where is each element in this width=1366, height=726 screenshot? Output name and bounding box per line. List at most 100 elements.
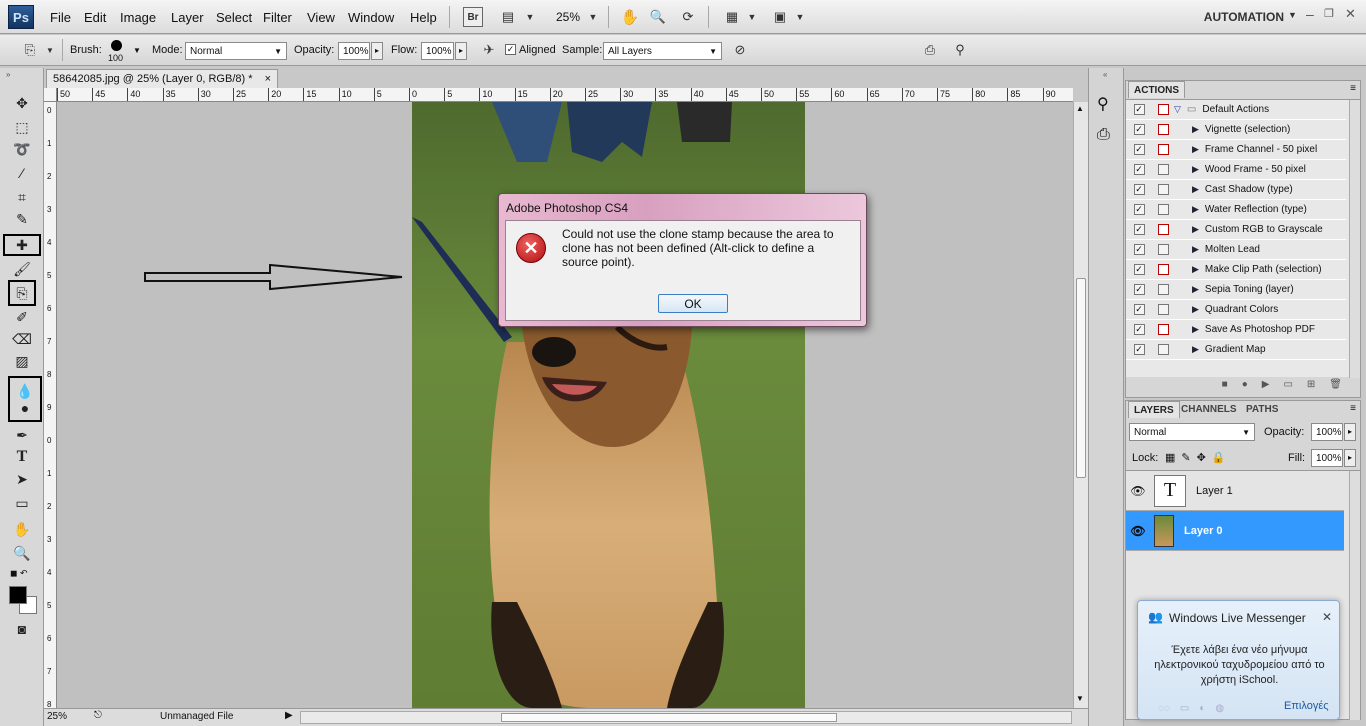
action-toggle-checkbox[interactable]: ✓ [1133,344,1145,355]
menu-help[interactable]: Help [410,10,437,25]
foreground-color-swatch[interactable] [9,586,27,604]
action-set-row[interactable]: ✓ ▽ ▭ Default Actions [1126,100,1346,120]
menu-file[interactable]: File [50,10,71,25]
tab-paths[interactable]: PATHS [1241,401,1283,418]
dialog-toggle-icon[interactable] [1157,244,1169,255]
crop-tool-icon[interactable]: ⌗ [10,186,34,208]
dialog-toggle-icon[interactable] [1157,304,1169,315]
dialog-toggle-icon[interactable] [1157,124,1169,135]
eyedropper-tool-icon[interactable]: ✎ [10,208,34,230]
arrange-documents-icon[interactable]: ▦ [722,7,742,27]
healing-brush-tool-icon[interactable]: ✚ [3,234,41,256]
action-row[interactable]: ✓ ▶ Custom RGB to Grayscale [1126,220,1346,240]
expand-triangle-icon[interactable]: ▶ [1192,164,1199,175]
action-row[interactable]: ✓ ▶ Save As Photoshop PDF [1126,320,1346,340]
mode-select[interactable]: Normal ▼ [185,42,287,60]
tool-preset-icon[interactable]: ⎙ [920,40,940,60]
blend-mode-select[interactable]: Normal ▼ [1129,423,1255,441]
play-icon[interactable]: ▶ [1262,379,1270,397]
expand-triangle-icon[interactable]: ▶ [1192,264,1199,275]
tab-layers[interactable]: LAYERS [1128,401,1180,418]
layers-scrollbar[interactable] [1349,471,1360,720]
marquee-tool-icon[interactable]: ⬚ [10,116,34,138]
quick-mask-icon[interactable]: ◙ [10,618,34,640]
trash-icon[interactable]: 🗑 [1329,379,1342,397]
quick-selection-tool-icon[interactable]: ⁄ [10,162,34,184]
horizontal-scrollbar[interactable] [300,711,1072,724]
sample-select[interactable]: All Layers ▼ [603,42,722,60]
chevron-down-icon[interactable]: ▼ [742,7,762,27]
scroll-up-icon[interactable]: ▲ [1076,104,1084,113]
messenger-options-link[interactable]: Επιλογές [1284,700,1329,712]
expand-triangle-icon[interactable]: ▶ [1192,144,1199,155]
zoom-tool-icon[interactable]: 🔍 [648,7,668,27]
dialog-toggle-icon[interactable] [1157,204,1169,215]
action-row[interactable]: ✓ ▶ Water Reflection (type) [1126,200,1346,220]
action-row[interactable]: ✓ ▶ Quadrant Colors [1126,300,1346,320]
history-brush-tool-icon[interactable]: ✐ [10,306,34,328]
action-row[interactable]: ✓ ▶ Frame Channel - 50 pixel [1126,140,1346,160]
stop-icon[interactable]: ■ [1222,379,1228,397]
collapse-toolbox-icon[interactable]: » [6,70,10,79]
opacity-slider-button[interactable]: ▸ [371,42,383,60]
brush-tip-icon[interactable] [111,40,122,51]
dialog-toggle-icon[interactable] [1157,324,1169,335]
action-toggle-checkbox[interactable]: ✓ [1133,284,1145,295]
screen-mode-icon[interactable]: ▣ [770,7,790,27]
zoom-level[interactable]: 25% [556,10,580,24]
restore-icon[interactable]: ❐ [1324,7,1334,20]
hand-tool-icon[interactable]: ✋ [620,7,640,27]
expand-panels-icon[interactable]: « [1103,70,1107,79]
chevron-down-icon[interactable]: ▼ [520,7,540,27]
chevron-down-icon[interactable]: ▼ [40,40,60,60]
pen-tool-icon[interactable]: ✒ [10,424,34,446]
action-row[interactable]: ✓ ▶ Sepia Toning (layer) [1126,280,1346,300]
action-toggle-checkbox[interactable]: ✓ [1133,224,1145,235]
menu-window[interactable]: Window [348,10,394,25]
status-zoom[interactable]: 25% [47,711,67,722]
visibility-eye-icon[interactable]: 👁 [1126,524,1150,538]
layer-row-selected[interactable]: 👁 Layer 0 [1126,511,1344,551]
action-row[interactable]: ✓ ▶ Cast Shadow (type) [1126,180,1346,200]
zoom-tool-icon[interactable]: 🔍 [10,542,34,564]
document-tab[interactable]: 58642085.jpg @ 25% (Layer 0, RGB/8) * × [46,69,278,88]
action-row[interactable]: ✓ ▶ Make Clip Path (selection) [1126,260,1346,280]
move-tool-icon[interactable]: ✥ [10,92,34,114]
messenger-mail-icon[interactable]: ▭ [1180,703,1189,714]
scroll-thumb[interactable] [501,713,837,722]
rectangle-tool-icon[interactable]: ▭ [10,492,34,514]
expand-triangle-icon[interactable]: ▶ [1192,344,1199,355]
dialog-toggle-icon[interactable] [1157,104,1169,115]
dialog-toggle-icon[interactable] [1157,184,1169,195]
tab-actions[interactable]: ACTIONS [1128,81,1185,98]
expand-triangle-icon[interactable]: ▶ [1192,124,1199,135]
brush-tool-icon[interactable]: 🖌 [10,258,34,280]
tool-presets-panel-icon[interactable]: ⎙ [1097,126,1110,144]
opacity-slider-button[interactable]: ▸ [1344,423,1356,441]
ignore-adjustment-layers-icon[interactable]: ⊘ [730,40,750,60]
clone-stamp-preset-icon[interactable]: ⎘ [20,40,40,60]
status-preview-icon[interactable]: ⎋ [94,710,102,721]
path-selection-tool-icon[interactable]: ➤ [10,468,34,490]
menu-select[interactable]: Select [216,10,252,25]
status-menu-arrow-icon[interactable]: ▶ [285,710,293,721]
messenger-body[interactable]: Έχετε λάβει ένα νέο μήνυμα ηλεκτρονικού … [1148,643,1331,688]
lock-position-icon[interactable]: ✥ [1197,451,1206,464]
action-toggle-checkbox[interactable]: ✓ [1133,304,1145,315]
action-toggle-checkbox[interactable]: ✓ [1133,324,1145,335]
action-toggle-checkbox[interactable]: ✓ [1133,184,1145,195]
rotate-view-icon[interactable]: ⟳ [678,7,698,27]
clone-stamp-tool-icon[interactable]: ⎘ [8,280,36,306]
minimize-icon[interactable]: – [1306,6,1314,22]
action-toggle-checkbox[interactable]: ✓ [1133,144,1145,155]
ruler-origin[interactable] [44,88,57,102]
messenger-notification[interactable]: 👥 Windows Live Messenger ✕ Έχετε λάβει έ… [1137,600,1340,720]
gradient-tool-icon[interactable]: ▨ [10,350,34,372]
fill-slider-button[interactable]: ▸ [1344,449,1356,467]
dialog-toggle-icon[interactable] [1157,224,1169,235]
layer-row[interactable]: 👁 T Layer 1 [1126,471,1344,511]
layer-opacity-field[interactable]: 100% [1311,423,1343,441]
chevron-down-icon[interactable]: ▼ [133,46,141,55]
flow-slider-button[interactable]: ▸ [455,42,467,60]
action-row[interactable]: ✓ ▶ Gradient Map [1126,340,1346,360]
